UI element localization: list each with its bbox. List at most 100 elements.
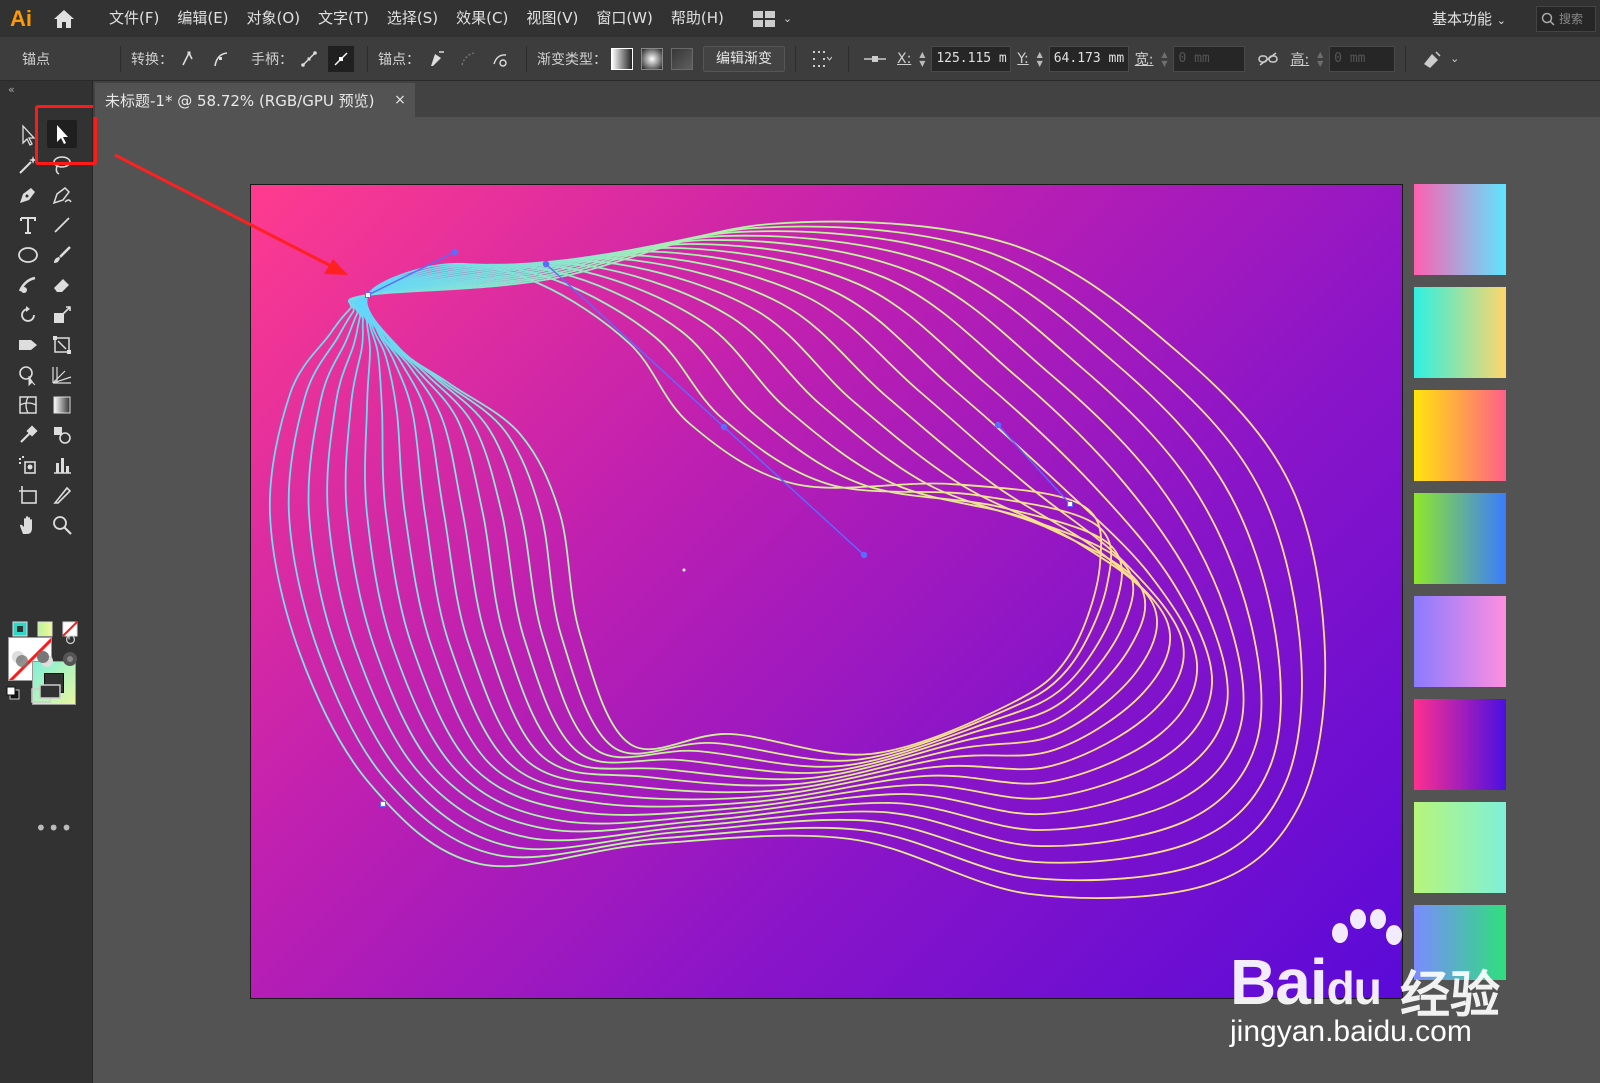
height-stepper[interactable]: ▲ ▼ (1313, 50, 1327, 68)
gradient-swatch[interactable] (1414, 184, 1506, 275)
handle-point[interactable] (860, 551, 868, 559)
convert-smooth-icon[interactable] (208, 46, 234, 72)
hand-tool-icon[interactable] (13, 511, 43, 539)
x-stepper[interactable]: ▲ ▼ (915, 50, 929, 68)
draw-behind-icon[interactable] (35, 649, 55, 669)
symbol-sprayer-tool-icon[interactable] (13, 451, 43, 479)
eraser-tool-icon[interactable] (47, 271, 77, 299)
menu-edit[interactable]: 编辑(E) (168, 0, 237, 37)
screen-mode-icon[interactable] (28, 681, 64, 707)
blend-line[interactable] (363, 263, 1135, 774)
constrain-proportions-icon[interactable] (1255, 46, 1281, 72)
blend-line[interactable] (365, 263, 1113, 762)
gradient-tool-icon[interactable] (47, 391, 77, 419)
default-fill-stroke-icon[interactable] (6, 685, 20, 700)
show-handles-icon[interactable] (296, 46, 322, 72)
chevron-down-icon: ▼ (1317, 58, 1324, 68)
slice-tool-icon[interactable] (47, 481, 77, 509)
collapse-panel-icon[interactable]: « (8, 83, 15, 96)
color-mode-button[interactable] (10, 619, 30, 639)
anchor-point[interactable] (1067, 501, 1073, 507)
search-input[interactable]: 搜索 (1536, 5, 1596, 32)
draw-inside-icon[interactable] (60, 649, 80, 669)
blend-line[interactable] (364, 263, 1123, 768)
gradient-swatch[interactable] (1414, 802, 1506, 893)
blend-line[interactable] (362, 262, 1147, 781)
reference-point-icon[interactable] (862, 46, 888, 72)
menu-effect[interactable]: 效果(C) (447, 0, 517, 37)
rotate-tool-icon[interactable] (13, 301, 43, 329)
home-icon[interactable] (42, 0, 86, 37)
mesh-tool-icon[interactable] (13, 391, 43, 419)
width-tool-icon[interactable] (13, 331, 43, 359)
anchor-point[interactable] (365, 292, 371, 298)
isolate-object-icon[interactable] (1419, 46, 1445, 72)
connect-anchors-icon[interactable] (455, 46, 481, 72)
paintbrush-tool-icon[interactable] (47, 241, 77, 269)
menu-file[interactable]: 文件(F) (100, 0, 168, 37)
freeform-gradient-button[interactable] (671, 47, 693, 70)
linear-gradient-button[interactable] (611, 47, 633, 70)
menu-object[interactable]: 对象(O) (238, 0, 310, 37)
convert-label: 转换： (131, 51, 173, 68)
type-tool-icon[interactable] (13, 211, 43, 239)
convert-corner-icon[interactable] (176, 46, 202, 72)
y-stepper[interactable]: ▲ ▼ (1033, 50, 1047, 68)
menu-select[interactable]: 选择(S) (378, 0, 447, 37)
pen-tool-icon[interactable] (13, 181, 43, 209)
edit-toolbar-button[interactable]: ••• (35, 816, 73, 840)
gradient-mode-button[interactable] (35, 619, 55, 639)
radial-gradient-button[interactable] (641, 47, 663, 70)
menu-view[interactable]: 视图(V) (517, 0, 587, 37)
artboard-tool-icon[interactable] (13, 481, 43, 509)
blend-line[interactable] (287, 225, 1303, 882)
draw-normal-icon[interactable] (10, 649, 30, 669)
handle-point[interactable] (451, 248, 459, 256)
height-field[interactable]: 0 mm (1329, 45, 1396, 72)
blend-line[interactable] (358, 250, 1198, 808)
none-mode-button[interactable] (60, 619, 80, 639)
blend-tool-icon[interactable] (47, 421, 77, 449)
edit-gradient-button[interactable]: 编辑渐变 (703, 45, 785, 72)
scale-tool-icon[interactable] (47, 301, 77, 329)
shape-builder-tool-icon[interactable] (13, 361, 43, 389)
curvature-tool-icon[interactable] (47, 181, 77, 209)
perspective-grid-tool-icon[interactable] (47, 361, 77, 389)
menu-window[interactable]: 窗口(W) (587, 0, 662, 37)
menu-help[interactable]: 帮助(H) (662, 0, 733, 37)
ellipse-tool-icon[interactable] (13, 241, 43, 269)
gradient-swatch[interactable] (1414, 596, 1506, 687)
document-tab[interactable]: 未标题-1* @ 58.72% (RGB/GPU 预览) × (95, 83, 415, 117)
line-tool-icon[interactable] (47, 211, 77, 239)
gradient-swatch[interactable] (1414, 493, 1506, 584)
width-field[interactable]: 0 mm (1173, 45, 1246, 72)
column-graph-tool-icon[interactable] (47, 451, 77, 479)
gradient-swatch[interactable] (1414, 699, 1506, 790)
artwork[interactable] (250, 184, 1403, 999)
handle-point[interactable] (720, 423, 728, 431)
x-field[interactable]: 125.115 m (931, 45, 1012, 72)
handle-point[interactable] (994, 421, 1002, 429)
hide-handles-icon[interactable] (328, 45, 354, 72)
cut-path-icon[interactable] (487, 46, 513, 72)
gradient-swatch[interactable] (1414, 390, 1506, 481)
workspace-switcher[interactable]: 基本功能 ⌄ (1420, 8, 1518, 29)
shaper-tool-icon[interactable] (13, 271, 43, 299)
remove-anchor-icon[interactable] (423, 46, 449, 72)
divider (795, 45, 796, 72)
eyedropper-tool-icon[interactable] (13, 421, 43, 449)
menu-type[interactable]: 文字(T) (309, 0, 378, 37)
align-anchor-icon[interactable] (809, 46, 835, 72)
zoom-tool-icon[interactable] (47, 511, 77, 539)
y-field[interactable]: 64.173 mm (1048, 45, 1129, 72)
anchor-point[interactable] (380, 801, 386, 807)
handle-point[interactable] (542, 260, 550, 268)
width-stepper[interactable]: ▲ ▼ (1157, 50, 1171, 68)
arrange-documents-button[interactable]: ⌄ (752, 10, 792, 27)
chevron-down-icon[interactable]: ⌄ (1450, 52, 1459, 65)
width-label: 宽: (1134, 51, 1154, 68)
gradient-swatch[interactable] (1414, 287, 1506, 378)
free-transform-tool-icon[interactable] (47, 331, 77, 359)
close-tab-icon[interactable]: × (385, 83, 415, 117)
blend-lines-artwork[interactable] (250, 184, 1403, 999)
